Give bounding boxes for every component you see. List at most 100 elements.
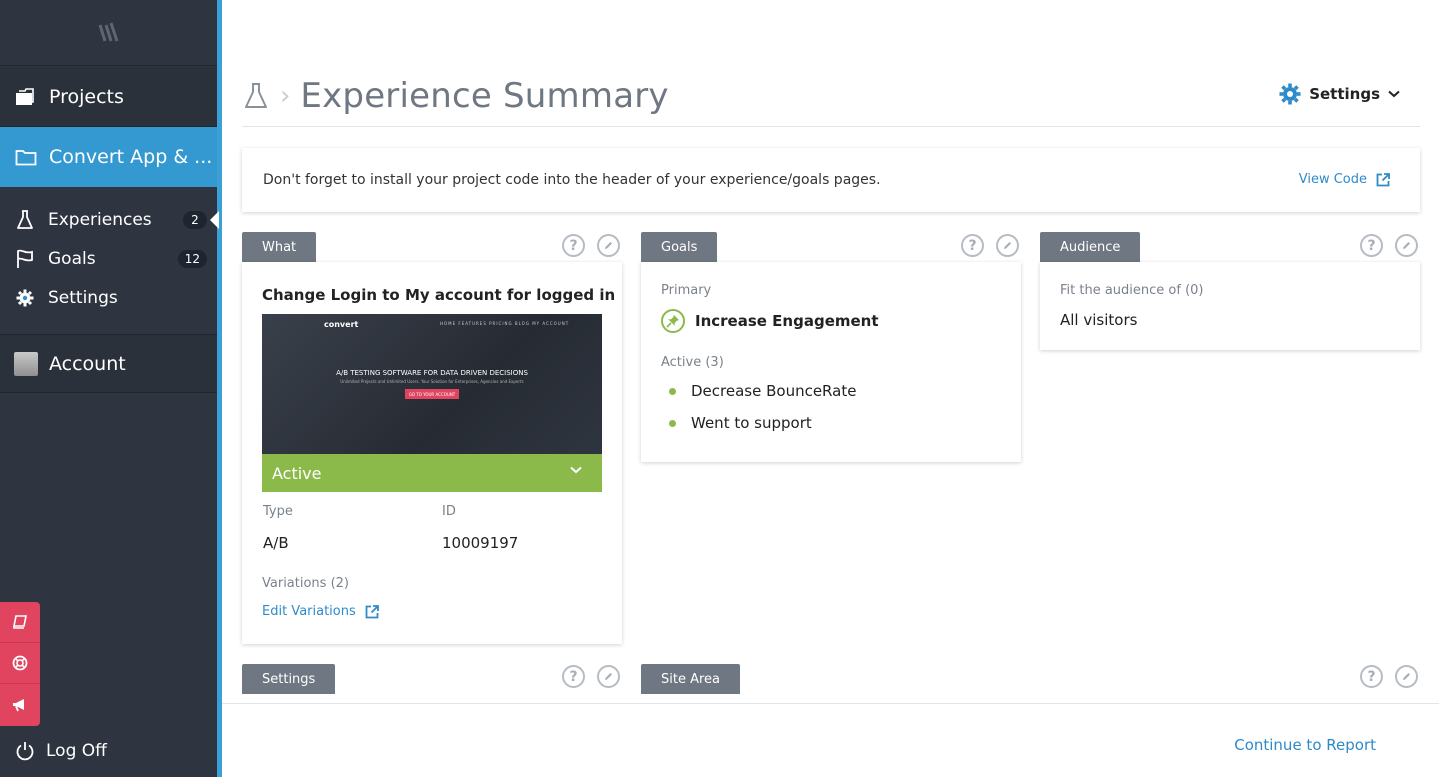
help-stack — [0, 602, 40, 726]
variations-label: Variations (2) — [262, 576, 349, 591]
sidebar-item-settings[interactable]: Settings — [0, 280, 217, 316]
list-item[interactable]: Went to support — [669, 414, 812, 432]
edit-pencil-icon[interactable] — [597, 234, 620, 257]
chevron-down-icon — [570, 466, 582, 474]
bullet-dot — [669, 387, 676, 395]
folders-icon — [13, 86, 39, 108]
audience-card-tools: ? — [1360, 234, 1418, 257]
external-link-icon — [365, 604, 379, 618]
edit-pencil-icon[interactable] — [996, 234, 1019, 257]
settings-dropdown-label: Settings — [1309, 85, 1380, 103]
nav-projects[interactable]: Projects — [0, 67, 217, 127]
page-header: › Experience Summary Settings — [242, 66, 1420, 127]
help-icon[interactable]: ? — [562, 665, 585, 688]
thumb-button: GO TO YOUR ACCOUNT — [405, 389, 459, 399]
gear-icon — [14, 288, 36, 308]
app-logo[interactable] — [0, 0, 217, 66]
nav-project-name: Convert App & ... — [49, 146, 213, 168]
help-icon[interactable]: ? — [1360, 665, 1383, 688]
gear-icon — [1279, 83, 1301, 105]
status-label: Active — [272, 463, 322, 483]
nav-account-label: Account — [49, 352, 126, 375]
what-card-tools: ? — [562, 234, 620, 257]
id-label: ID — [442, 504, 456, 519]
settings-dropdown[interactable]: Settings — [1279, 83, 1400, 105]
announcements-button[interactable] — [0, 684, 40, 725]
tab-settings: Settings — [242, 664, 336, 694]
audience-fit-label: Fit the audience of (0) — [1060, 283, 1204, 298]
active-item-pointer — [210, 211, 219, 229]
sidebar-item-experiences[interactable]: Experiences 2 — [0, 202, 217, 238]
primary-goal-label: Increase Engagement — [695, 312, 879, 330]
flag-icon — [14, 249, 36, 269]
help-icon[interactable]: ? — [562, 234, 585, 257]
settings-card-tools: ? — [562, 665, 620, 688]
primary-goal[interactable]: Increase Engagement — [661, 309, 879, 333]
nav-account[interactable]: Account — [0, 334, 217, 393]
sidebar-item-label: Experiences — [48, 210, 152, 230]
sidebar-accent — [217, 0, 222, 777]
thumb-subline: Unlimited Projects and Unlimited Users. … — [340, 379, 524, 384]
thumb-nav: HOME FEATURES PRICING BLOG MY ACCOUNT — [440, 321, 570, 326]
notice-text: Don't forget to install your project cod… — [263, 172, 881, 188]
tab-what: What — [242, 232, 317, 262]
book-icon — [13, 615, 27, 629]
tab-audience: Audience — [1040, 232, 1141, 262]
experience-thumbnail[interactable]: convert HOME FEATURES PRICING BLOG MY AC… — [262, 314, 602, 454]
list-item[interactable]: Decrease BounceRate — [669, 382, 856, 400]
continue-to-report-link[interactable]: Continue to Report — [1234, 736, 1376, 754]
external-link-icon — [1376, 172, 1390, 186]
goals-card-tools: ? — [961, 234, 1019, 257]
type-label: Type — [263, 504, 293, 519]
nav-projects-label: Projects — [49, 85, 124, 108]
support-button[interactable] — [0, 643, 40, 684]
nav-current-project[interactable]: Convert App & ... — [0, 127, 217, 187]
site-area-card-tools: ? — [1360, 665, 1418, 688]
logoff-button[interactable]: Log Off — [0, 730, 217, 772]
chevron-down-icon — [1388, 90, 1400, 98]
thumb-headline: A/B TESTING SOFTWARE FOR DATA DRIVEN DEC… — [336, 369, 528, 377]
sidebar-item-label: Settings — [48, 288, 118, 308]
goals-card: Primary Increase Engagement Active (3) D… — [641, 262, 1021, 462]
lifebuoy-icon — [12, 655, 28, 671]
folder-icon — [13, 146, 39, 168]
breadcrumb-separator: › — [280, 81, 291, 111]
audience-card: Fit the audience of (0) All visitors — [1040, 262, 1420, 350]
power-icon — [14, 740, 36, 762]
edit-pencil-icon[interactable] — [597, 665, 620, 688]
view-code-link[interactable]: View Code — [1299, 172, 1390, 187]
audience-value: All visitors — [1060, 311, 1138, 329]
docs-button[interactable] — [0, 602, 40, 643]
goal-label: Decrease BounceRate — [691, 382, 857, 400]
sidebar: Projects Convert App & ... Experiences 2 — [0, 0, 218, 777]
flask-icon — [14, 210, 36, 230]
bullet-dot — [669, 419, 676, 427]
edit-variations-link[interactable]: Edit Variations — [262, 604, 379, 619]
page-title: Experience Summary — [300, 76, 669, 116]
view-code-label: View Code — [1298, 172, 1367, 187]
sidebar-item-goals[interactable]: Goals 12 — [0, 241, 217, 277]
megaphone-icon — [13, 698, 24, 711]
type-value: A/B — [263, 534, 289, 552]
flask-icon[interactable] — [244, 82, 268, 110]
tab-site-area: Site Area — [641, 664, 741, 694]
footer-bar: Continue to Report — [222, 703, 1439, 777]
help-icon[interactable]: ? — [961, 234, 984, 257]
primary-label: Primary — [661, 283, 712, 298]
pin-icon — [661, 309, 685, 333]
install-code-notice: Don't forget to install your project cod… — [242, 148, 1420, 212]
edit-variations-label: Edit Variations — [262, 604, 356, 619]
tab-goals: Goals — [641, 232, 718, 262]
active-goals-label: Active (3) — [661, 355, 724, 370]
edit-pencil-icon[interactable] — [1395, 234, 1418, 257]
logo-icon — [98, 22, 118, 41]
goals-count-badge: 12 — [177, 250, 207, 268]
what-card: Change Login to My account for logged in… — [242, 262, 622, 644]
id-value: 10009197 — [442, 534, 519, 552]
help-icon[interactable]: ? — [1360, 234, 1383, 257]
thumb-logo: convert — [324, 320, 359, 329]
goal-label: Went to support — [691, 414, 812, 432]
status-dropdown[interactable]: Active — [262, 454, 602, 492]
avatar-wrapper — [13, 351, 39, 376]
edit-pencil-icon[interactable] — [1395, 665, 1418, 688]
